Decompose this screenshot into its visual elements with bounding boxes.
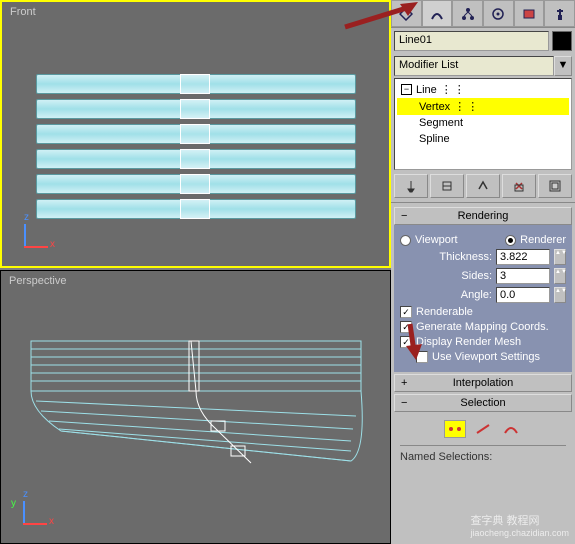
tab-create[interactable] (391, 0, 422, 27)
display-mesh-checkbox[interactable]: ✓ (400, 336, 412, 348)
stack-handle-icon[interactable]: ⋮⋮ (454, 100, 480, 113)
object-name-field[interactable]: Line01 (394, 31, 549, 51)
subobj-spline-icon[interactable] (500, 420, 522, 438)
stack-sub-spline[interactable]: Spline (397, 131, 569, 147)
rollout-title: Selection (460, 397, 505, 409)
stack-sub-label: Segment (419, 117, 463, 129)
viewport-radio-label: Viewport (415, 234, 458, 246)
stack-sub-label: Vertex (419, 101, 450, 113)
modifier-stack[interactable]: − Line ⋮⋮ Vertex ⋮⋮ Segment Spline (394, 78, 572, 170)
viewport-perspective-label: Perspective (9, 275, 66, 287)
axis-gizmo-perspective: zx y (15, 493, 55, 533)
modifier-list-combo[interactable]: Modifier List (394, 56, 554, 76)
rollout-selection-header[interactable]: − Selection (394, 394, 572, 412)
renderable-checkbox[interactable]: ✓ (400, 306, 412, 318)
stack-handle-icon[interactable]: ⋮⋮ (441, 83, 467, 96)
make-unique-button[interactable] (466, 174, 500, 198)
rollout-interpolation-header[interactable]: + Interpolation (394, 374, 572, 392)
sides-label: Sides: (400, 270, 492, 282)
front-brace-wire (180, 74, 210, 222)
minus-icon: − (401, 210, 407, 222)
collapse-icon[interactable]: − (401, 84, 412, 95)
sides-spinner-buttons[interactable]: ▲▼ (554, 268, 566, 284)
sides-spinner[interactable]: 3 (496, 268, 550, 284)
mapping-checkbox[interactable]: ✓ (400, 321, 412, 333)
stack-item-label: Line (416, 84, 437, 96)
use-viewport-checkbox[interactable] (416, 351, 428, 363)
renderer-radio-label: Renderer (520, 234, 566, 246)
command-panel-tabs (391, 0, 575, 28)
rollout-title: Rendering (458, 210, 509, 222)
minus-icon: − (401, 397, 407, 409)
thickness-spinner-buttons[interactable]: ▲▼ (554, 249, 566, 265)
named-selections-label: Named Selections: (400, 449, 566, 465)
renderable-label: Renderable (416, 306, 473, 318)
command-panel: Line01 Modifier List ▼ − Line ⋮⋮ Vertex … (391, 0, 575, 544)
pin-stack-button[interactable] (394, 174, 428, 198)
viewport-perspective[interactable]: Perspective (0, 270, 391, 544)
object-color-swatch[interactable] (552, 31, 572, 51)
thickness-spinner[interactable]: 3.822 (496, 249, 550, 265)
viewport-front-label: Front (10, 6, 36, 18)
subobj-segment-icon[interactable] (472, 420, 494, 438)
plus-icon: + (401, 377, 407, 389)
tab-motion[interactable] (483, 0, 514, 27)
modifier-list-dropdown-icon[interactable]: ▼ (554, 56, 572, 76)
tab-utilities[interactable] (544, 0, 575, 27)
axis-gizmo-front: zx (16, 216, 56, 256)
rendering-panel: Viewport Renderer Thickness: 3.822 ▲▼ Si… (394, 225, 572, 372)
tab-hierarchy[interactable] (452, 0, 483, 27)
remove-modifier-button[interactable] (502, 174, 536, 198)
subobj-vertex-icon[interactable] (444, 420, 466, 438)
use-viewport-label: Use Viewport Settings (432, 351, 540, 363)
display-mesh-label: Display Render Mesh (416, 336, 521, 348)
angle-label: Angle: (400, 289, 492, 301)
perspective-geometry (21, 321, 371, 511)
configure-sets-button[interactable] (538, 174, 572, 198)
rollout-rendering-header[interactable]: − Rendering (394, 207, 572, 225)
tab-modify[interactable] (422, 0, 453, 27)
angle-spinner[interactable]: 0.0 (496, 287, 550, 303)
angle-spinner-buttons[interactable]: ▲▼ (554, 287, 566, 303)
stack-sub-label: Spline (419, 133, 450, 145)
renderer-radio[interactable] (505, 235, 516, 246)
watermark: 查字典 教程网 jiaocheng.chazidian.com (470, 512, 569, 538)
selection-panel: Named Selections: (394, 412, 572, 469)
viewport-front[interactable]: Front zx (0, 0, 391, 268)
thickness-label: Thickness: (400, 251, 492, 263)
stack-sub-segment[interactable]: Segment (397, 115, 569, 131)
tab-display[interactable] (514, 0, 545, 27)
viewport-radio[interactable] (400, 235, 411, 246)
stack-sub-vertex[interactable]: Vertex ⋮⋮ (397, 98, 569, 115)
show-end-result-button[interactable] (430, 174, 464, 198)
rollout-title: Interpolation (453, 377, 514, 389)
mapping-label: Generate Mapping Coords. (416, 321, 549, 333)
stack-item-line[interactable]: − Line ⋮⋮ (397, 81, 569, 98)
